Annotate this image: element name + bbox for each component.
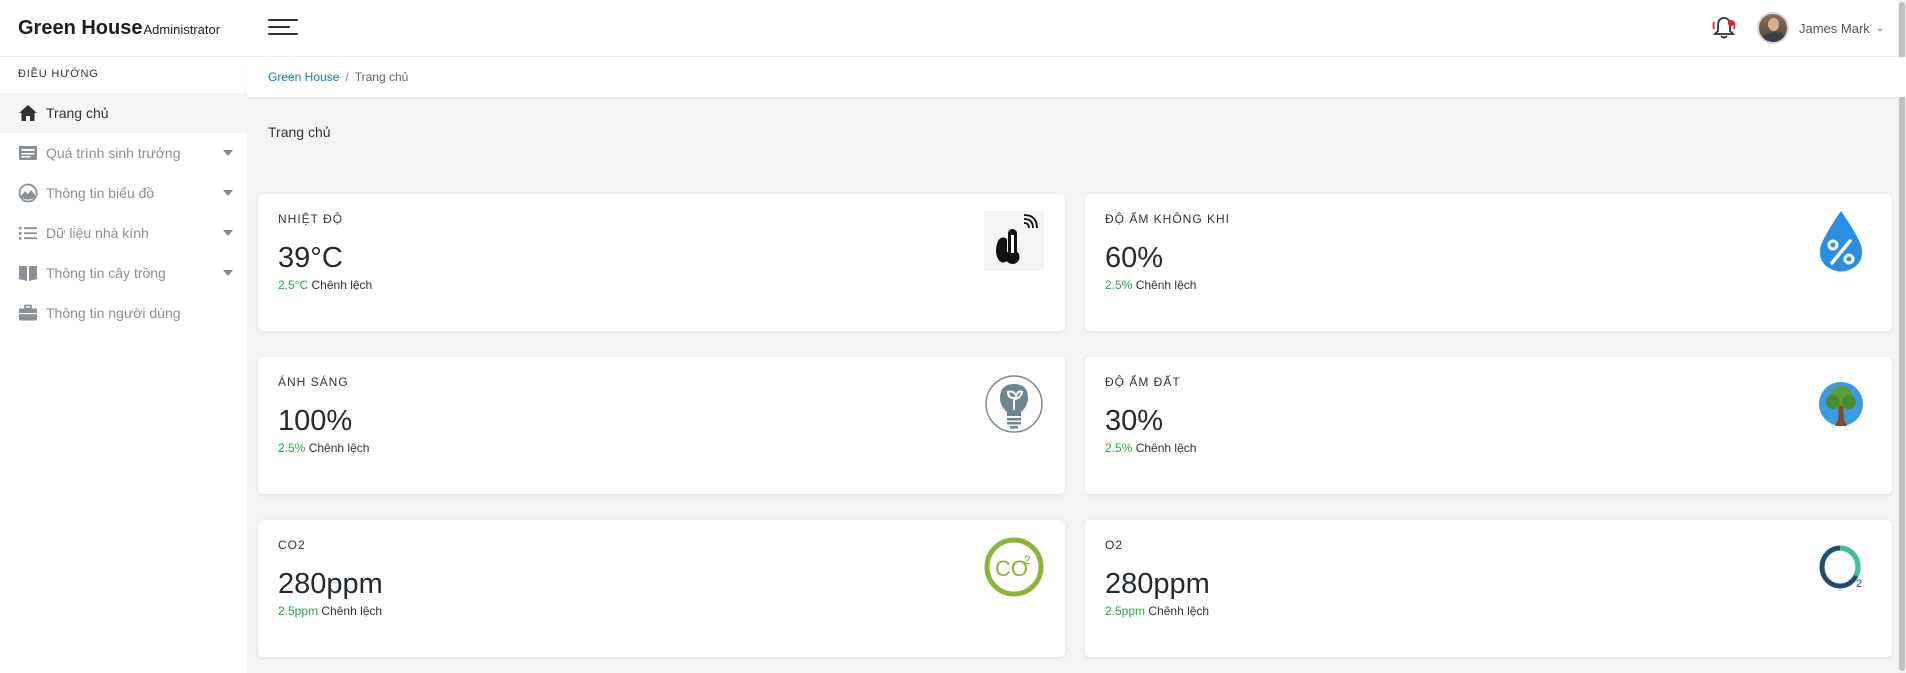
o2-card: O2 280ppm 2.5ppm Chênh lệch 2 bbox=[1085, 520, 1892, 657]
sidebar-item-label: Thông tin cây trồng bbox=[46, 265, 166, 281]
light-card: ÁNH SÁNG 100% 2.5% Chênh lệch bbox=[258, 357, 1065, 494]
caret-down-icon bbox=[223, 270, 233, 276]
sidebar-item-label: Thông tin biểu đồ bbox=[46, 185, 155, 201]
sidebar-item-label: Quá trình sinh trưởng bbox=[46, 145, 181, 161]
breadcrumb-separator: / bbox=[345, 70, 349, 84]
card-diff: 2.5ppm Chênh lệch bbox=[278, 604, 383, 618]
brand-name: Green House bbox=[18, 17, 143, 39]
sidebar-item-label: Dữ liệu nhà kính bbox=[46, 225, 149, 241]
breadcrumb-current: Trang chủ bbox=[354, 70, 409, 84]
breadcrumb-root-link[interactable]: Green House bbox=[268, 70, 339, 84]
humidity-drop-icon bbox=[1810, 210, 1872, 272]
breadcrumb: Green House / Trang chủ bbox=[268, 70, 408, 84]
card-value: 100% bbox=[278, 405, 353, 437]
card-diff: 2.5% Chênh lệch bbox=[1105, 278, 1197, 292]
sidebar-item-users[interactable]: Thông tin người dùng bbox=[0, 293, 247, 333]
brand-role: Administrator bbox=[143, 22, 221, 37]
book-icon bbox=[18, 263, 38, 283]
air-humidity-card: ĐỘ ẨM KHÔNG KHI 60% 2.5% Chênh lệch bbox=[1085, 194, 1892, 331]
temperature-card: NHIỆT ĐỘ 39°C 2.5°C Chênh lệch bbox=[258, 194, 1065, 331]
card-label: O2 bbox=[1105, 538, 1124, 552]
sidebar: ĐIỀU HƯỚNG Trang chủ Quá trình sinh trưở… bbox=[0, 57, 247, 673]
menu-toggle-button[interactable] bbox=[268, 19, 298, 37]
page-scrollbar[interactable] bbox=[1898, 0, 1906, 673]
scrollbar-thumb[interactable] bbox=[1899, 2, 1905, 671]
caret-down-icon bbox=[223, 150, 233, 156]
card-label: NHIỆT ĐỘ bbox=[278, 212, 344, 226]
o2-icon: 2 bbox=[1810, 536, 1872, 598]
briefcase-icon bbox=[18, 303, 38, 323]
user-name: James Mark bbox=[1799, 20, 1870, 36]
card-value: 280ppm bbox=[1105, 568, 1210, 600]
lightbulb-icon bbox=[983, 373, 1045, 435]
home-icon bbox=[18, 103, 38, 123]
newspaper-icon bbox=[18, 143, 38, 163]
card-value: 39°C bbox=[278, 242, 343, 274]
thermometer-icon bbox=[983, 210, 1045, 272]
brand[interactable]: Green House Administrator bbox=[18, 17, 220, 40]
soil-moisture-card: ĐỘ ẨM ĐẤT 30% 2.5% Chênh lệch bbox=[1085, 357, 1892, 494]
card-label: ÁNH SÁNG bbox=[278, 375, 349, 389]
card-diff: 2.5% Chênh lệch bbox=[278, 441, 370, 455]
card-diff: 2.5ppm Chênh lệch bbox=[1105, 604, 1210, 618]
user-menu[interactable]: James Mark ⌄ bbox=[1757, 12, 1884, 44]
sidebar-item-greenhouse-data[interactable]: Dữ liệu nhà kính bbox=[0, 213, 247, 253]
caret-down-icon bbox=[223, 190, 233, 196]
sidebar-item-home[interactable]: Trang chủ bbox=[0, 93, 247, 133]
card-label: ĐỘ ẨM KHÔNG KHI bbox=[1105, 212, 1231, 226]
card-value: 30% bbox=[1105, 405, 1164, 437]
breadcrumb-bar: Green House / Trang chủ bbox=[247, 57, 1906, 97]
svg-text:2: 2 bbox=[1024, 553, 1031, 567]
sidebar-item-label: Thông tin người dùng bbox=[46, 305, 181, 321]
tree-icon bbox=[1810, 373, 1872, 435]
card-diff: 2.5°C Chênh lệch bbox=[278, 278, 373, 292]
sidebar-item-growth[interactable]: Quá trình sinh trưởng bbox=[0, 133, 247, 173]
caret-down-icon bbox=[223, 230, 233, 236]
chevron-down-icon: ⌄ bbox=[1875, 22, 1885, 34]
avatar bbox=[1757, 12, 1789, 44]
svg-text:2: 2 bbox=[1856, 578, 1862, 590]
chart-icon bbox=[18, 183, 38, 203]
co2-icon: CO 2 bbox=[983, 536, 1045, 598]
bell-icon[interactable] bbox=[1711, 15, 1737, 41]
page-title: Trang chủ bbox=[268, 124, 331, 140]
top-bar: Green House Administrator James Mark ⌄ bbox=[0, 0, 1906, 57]
sidebar-item-label: Trang chủ bbox=[46, 105, 109, 121]
card-label: CO2 bbox=[278, 538, 306, 552]
list-icon bbox=[18, 223, 38, 243]
card-label: ĐỘ ẨM ĐẤT bbox=[1105, 375, 1181, 389]
sidebar-heading: ĐIỀU HƯỚNG bbox=[18, 68, 99, 80]
sidebar-item-crops[interactable]: Thông tin cây trồng bbox=[0, 253, 247, 293]
co2-card: CO2 280ppm 2.5ppm Chênh lệch CO 2 bbox=[258, 520, 1065, 657]
card-diff: 2.5% Chênh lệch bbox=[1105, 441, 1197, 455]
card-value: 280ppm bbox=[278, 568, 383, 600]
sidebar-item-charts[interactable]: Thông tin biểu đồ bbox=[0, 173, 247, 213]
card-value: 60% bbox=[1105, 242, 1164, 274]
